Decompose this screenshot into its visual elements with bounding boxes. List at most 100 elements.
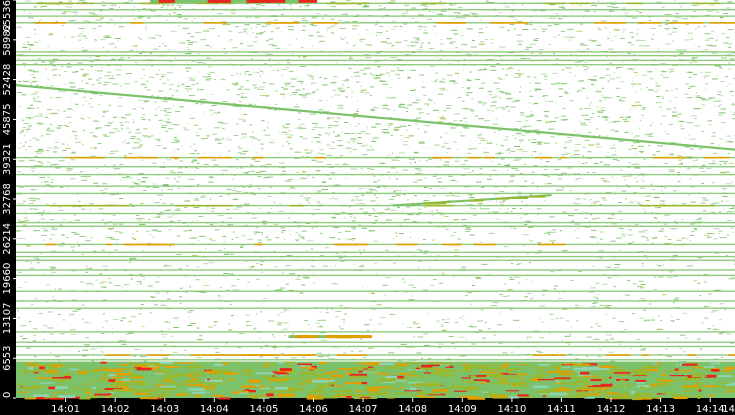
flow-dot [301, 284, 306, 286]
flow-dot [550, 136, 555, 138]
flow-dot [582, 211, 584, 213]
flow-dot [541, 321, 544, 323]
flow-dot [29, 48, 32, 50]
flow-dot [25, 220, 29, 222]
flow-dot [509, 277, 513, 279]
flow-dot [591, 84, 595, 86]
flow-dot [454, 160, 460, 162]
flow-dot [729, 141, 734, 143]
flow-dot [344, 80, 350, 82]
flow-dot [164, 45, 168, 47]
flow-dot [38, 149, 43, 150]
flow-dot [515, 158, 521, 160]
dense-band-cell [517, 394, 529, 397]
flow-dot [280, 227, 286, 229]
dense-band-cell [121, 364, 129, 366]
flow-dot [544, 200, 546, 202]
flow-dot [704, 317, 709, 319]
flow-dot [163, 264, 168, 266]
flow-dot [291, 209, 293, 211]
flow-dot [266, 211, 271, 213]
flow-dot [575, 237, 580, 239]
flow-dot [522, 234, 529, 236]
flow-dot [208, 109, 214, 111]
flow-dot [305, 93, 309, 95]
flow-dot [236, 94, 241, 96]
flow-dot [178, 82, 180, 84]
flow-dot [710, 302, 712, 304]
flow-dot [712, 328, 717, 330]
flow-dot [384, 6, 386, 8]
flow-dot [200, 99, 207, 100]
flow-dot [120, 57, 125, 59]
flow-dot [656, 96, 661, 98]
flow-dot [154, 108, 156, 110]
flow-dot [549, 17, 550, 19]
flow-dot [227, 137, 229, 139]
dense-band-cell [368, 388, 379, 392]
flow-dot [92, 135, 96, 137]
flow-dot [330, 82, 337, 84]
flow-dot [618, 100, 625, 102]
flow-dot [31, 170, 35, 172]
flow-dot [645, 200, 650, 201]
flow-dot [144, 100, 150, 102]
flow-dot [255, 262, 260, 264]
flow-dot [185, 67, 192, 69]
flow-dot [243, 31, 247, 33]
flow-dot [90, 98, 93, 99]
flow-dot [202, 152, 204, 154]
persistent-line-hot [124, 156, 159, 159]
flow-dot [519, 127, 522, 129]
flow-dot [722, 161, 728, 163]
flow-dot [417, 172, 422, 174]
flow-dot [357, 137, 362, 138]
flow-dot [114, 249, 119, 251]
flow-dot [472, 214, 477, 216]
flow-dot [381, 41, 387, 43]
persistent-line [16, 64, 735, 66]
flow-dot [154, 101, 157, 103]
flow-dot [339, 27, 346, 29]
flow-dot [479, 168, 483, 170]
flow-dot [337, 238, 341, 240]
persistent-line-hot [454, 243, 462, 246]
flow-dot [703, 199, 709, 201]
flow-dot [58, 125, 63, 127]
dense-band-cell [163, 391, 167, 393]
flow-dot [75, 141, 82, 143]
flow-dot [174, 158, 178, 160]
flow-dot [513, 276, 520, 278]
flow-dot [18, 219, 21, 221]
flow-dot [320, 339, 327, 341]
flow-dot [318, 100, 322, 102]
flow-dot [586, 67, 589, 69]
flow-dot [577, 228, 579, 230]
flow-dot [163, 357, 168, 359]
flow-dot [257, 176, 262, 177]
flow-dot [693, 74, 698, 75]
flow-dot [75, 14, 77, 16]
flow-dot [309, 24, 314, 26]
flow-dot [374, 220, 378, 222]
flow-dot [151, 94, 155, 96]
flow-dot [363, 131, 366, 133]
flow-dot [162, 184, 169, 186]
dense-band-cell [583, 385, 593, 387]
flow-dot [563, 147, 567, 149]
flow-dot [682, 146, 684, 148]
flow-dot [82, 47, 84, 48]
flow-dot [196, 83, 199, 85]
flow-dot [330, 18, 335, 20]
flow-dot [179, 302, 182, 304]
flow-dot [166, 159, 172, 161]
flow-dot [300, 82, 303, 84]
flow-dot [102, 351, 105, 353]
flow-dot [191, 167, 193, 169]
flow-dot [608, 351, 615, 353]
flow-dot [178, 268, 182, 270]
flow-dot [592, 218, 596, 220]
flow-dot [149, 234, 151, 236]
flow-dot [164, 108, 171, 110]
flow-dot [573, 203, 580, 205]
